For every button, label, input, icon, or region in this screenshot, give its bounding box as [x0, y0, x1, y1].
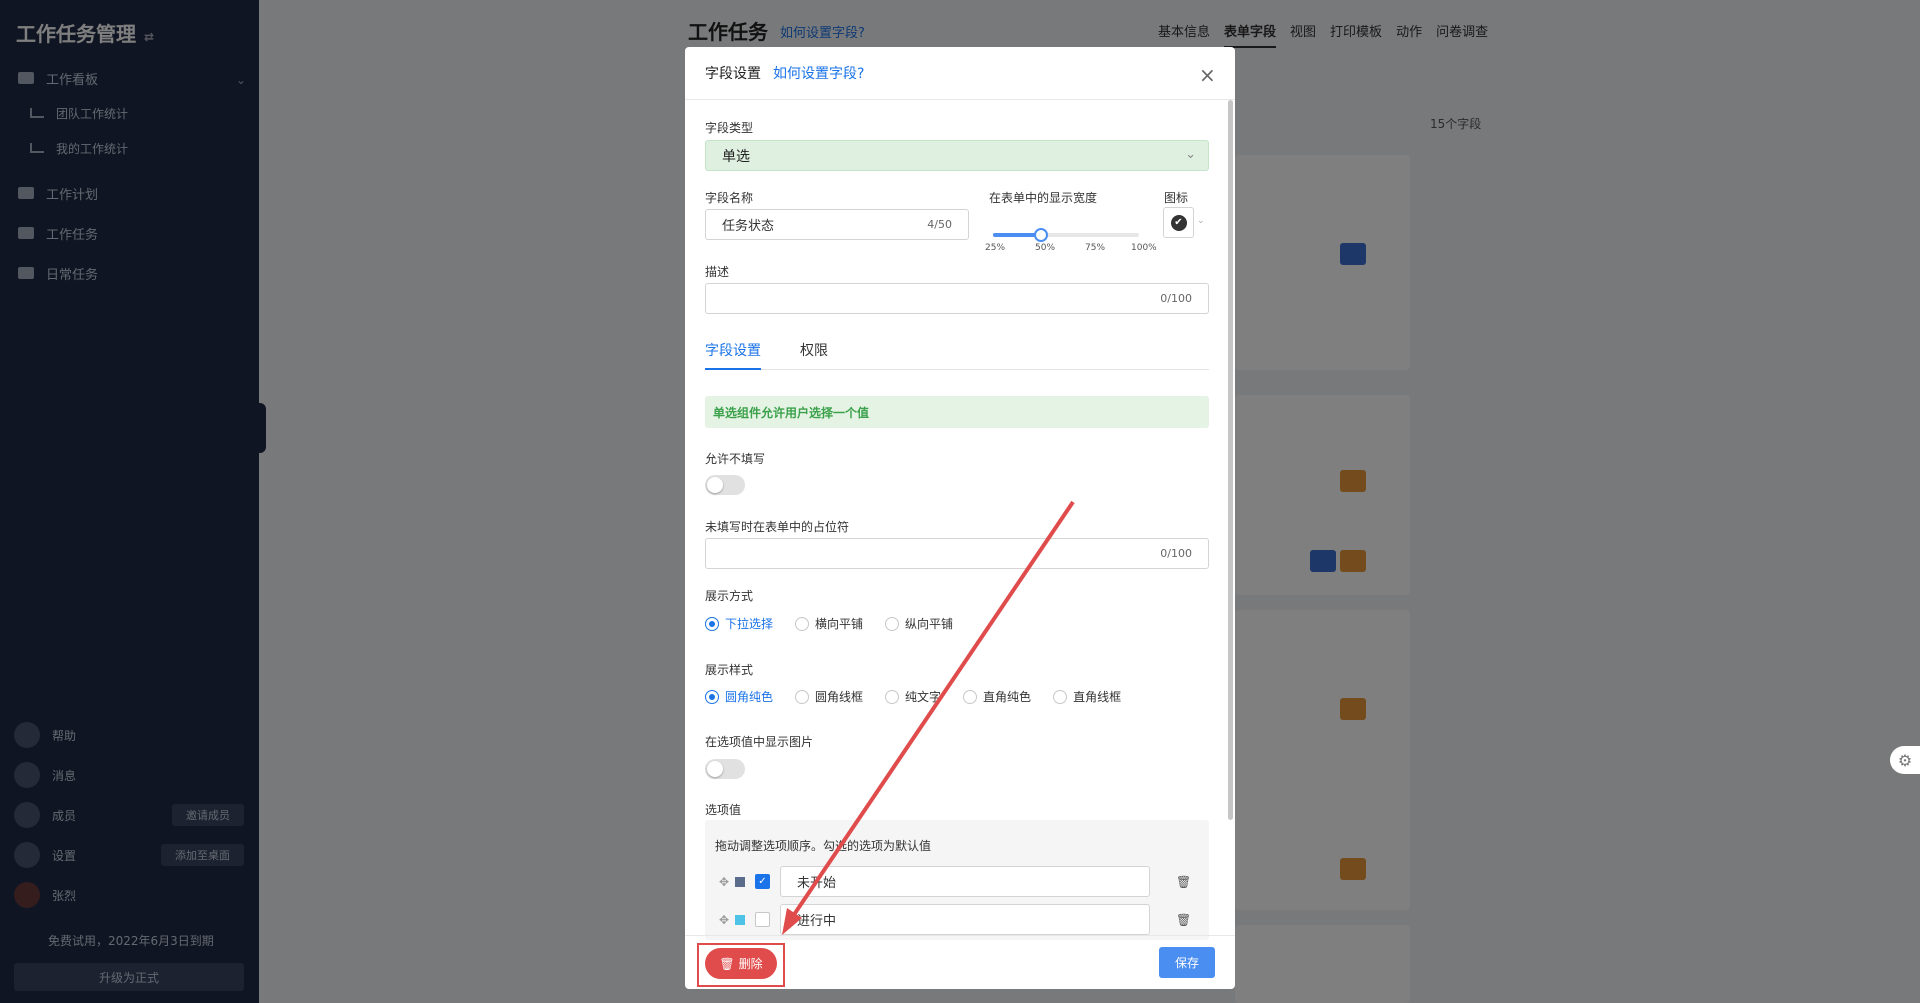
display-mode-label: 展示方式	[705, 589, 754, 603]
radio-dot	[795, 689, 810, 704]
radio-dot	[795, 616, 810, 631]
placeholder-input[interactable]: 0/100	[705, 538, 1209, 569]
radio-label: 纵向平铺	[905, 617, 954, 631]
save-button[interactable]: 保存	[1159, 947, 1215, 978]
dialog-header: 字段设置 如何设置字段?	[705, 63, 864, 83]
field-type-value: 单选	[722, 148, 750, 165]
icon-label: 图标	[1164, 191, 1189, 205]
field-type-label: 字段类型	[705, 121, 754, 135]
default-checkbox[interactable]: ✓	[755, 874, 770, 889]
slider-tick: 25%	[985, 243, 1006, 253]
save-button-label: 保存	[1174, 956, 1199, 970]
radio-label: 直角线框	[1073, 690, 1122, 704]
radio-square-solid[interactable]: 直角纯色	[963, 688, 1031, 705]
display-style-label: 展示样式	[705, 663, 754, 677]
radio-rounded-solid[interactable]: 圆角纯色	[705, 688, 773, 705]
dialog-help-link[interactable]: 如何设置字段?	[773, 63, 864, 83]
drag-handle-icon[interactable]: ✥	[719, 875, 733, 889]
app-root: 工作任务管理⇄ 工作看板 ⌄ 团队工作统计 我的工作统计 工作计划 工作任务 日…	[0, 0, 1920, 1003]
radio-label: 横向平铺	[815, 617, 864, 631]
tab-permissions[interactable]: 权限	[800, 340, 828, 360]
delete-button[interactable]: 🗑 删除	[705, 948, 777, 979]
radio-label: 下拉选择	[725, 617, 774, 631]
radio-rounded-outline[interactable]: 圆角线框	[795, 688, 863, 705]
radio-label: 直角纯色	[983, 690, 1032, 704]
slider-tick: 75%	[1085, 243, 1106, 253]
option-row: ✥ 进行中 🗑	[719, 904, 1199, 935]
option-value-input[interactable]: 进行中	[780, 904, 1150, 935]
radio-dot	[705, 616, 719, 631]
show-image-label: 在选项值中显示图片	[705, 735, 814, 749]
info-text: 单选组件允许用户选择一个值	[713, 405, 870, 420]
tab-field-settings[interactable]: 字段设置	[705, 340, 761, 370]
settings-tabs: 字段设置 权限	[705, 340, 1209, 370]
show-image-toggle[interactable]	[705, 759, 745, 779]
info-banner: 单选组件允许用户选择一个值	[705, 396, 1209, 428]
settings-gear-icon[interactable]: ⚙	[1890, 746, 1920, 774]
header-divider	[685, 99, 1235, 100]
trash-icon: 🗑	[719, 956, 735, 971]
radio-label: 圆角线框	[815, 690, 864, 704]
radio-horizontal[interactable]: 横向平铺	[795, 615, 863, 632]
option-row: ✥ ✓ 未开始 🗑	[719, 866, 1199, 897]
display-style-group: 圆角纯色 圆角线框 纯文字 直角纯色 直角线框	[705, 688, 1143, 705]
radio-dropdown[interactable]: 下拉选择	[705, 615, 773, 632]
char-counter: 4/50	[927, 218, 952, 231]
radio-dot	[885, 689, 900, 704]
footer-divider	[685, 935, 1235, 936]
radio-text-only[interactable]: 纯文字	[885, 688, 941, 705]
width-label: 在表单中的显示宽度	[989, 191, 1098, 205]
placeholder-label: 未填写时在表单中的占位符	[705, 520, 850, 534]
color-swatch[interactable]	[735, 876, 745, 887]
dialog-scrollbar[interactable]	[1228, 100, 1233, 820]
option-value: 进行中	[797, 914, 837, 929]
chevron-down-icon: ⌄	[1185, 147, 1196, 162]
trash-icon[interactable]: 🗑	[1176, 875, 1191, 889]
radio-dot	[885, 616, 900, 631]
slider-tick: 50%	[1035, 243, 1056, 253]
width-slider[interactable]: 25% 50% 75% 100%	[985, 225, 1157, 255]
options-hint: 拖动调整选项顺序。勾选的选项为默认值	[715, 839, 932, 853]
allow-empty-toggle[interactable]	[705, 475, 745, 495]
color-swatch[interactable]	[735, 914, 745, 925]
field-type-select[interactable]: 单选 ⌄	[705, 140, 1209, 171]
options-label: 选项值	[705, 803, 742, 817]
delete-button-label: 删除	[738, 957, 763, 971]
toggle-knob	[707, 761, 723, 777]
slider-handle[interactable]	[1034, 228, 1048, 242]
icon-picker[interactable]: ✔	[1163, 207, 1194, 238]
description-label: 描述	[705, 265, 730, 279]
toggle-knob	[707, 477, 723, 493]
field-settings-dialog: 字段设置 如何设置字段? × 字段类型 单选 ⌄ 字段名称 任务状态 4/50 …	[685, 47, 1235, 989]
radio-dot	[705, 689, 719, 704]
field-name-label: 字段名称	[705, 191, 754, 205]
trash-icon[interactable]: 🗑	[1176, 913, 1191, 927]
check-circle-icon: ✔	[1170, 214, 1187, 231]
char-counter: 0/100	[1160, 547, 1192, 560]
dialog-title: 字段设置	[705, 66, 761, 82]
radio-label: 纯文字	[905, 690, 942, 704]
radio-square-outline[interactable]: 直角线框	[1053, 688, 1121, 705]
radio-vertical[interactable]: 纵向平铺	[885, 615, 953, 632]
option-value-input[interactable]: 未开始	[780, 866, 1150, 897]
default-checkbox[interactable]	[755, 912, 770, 927]
radio-label: 圆角纯色	[725, 690, 774, 704]
close-icon[interactable]: ×	[1199, 63, 1216, 87]
radio-dot	[1053, 689, 1068, 704]
radio-dot	[963, 689, 978, 704]
field-name-value: 任务状态	[722, 219, 775, 234]
options-panel: 拖动调整选项顺序。勾选的选项为默认值 ✥ ✓ 未开始 🗑 ✥ 进行中 🗑	[705, 820, 1209, 940]
field-name-input[interactable]: 任务状态 4/50	[705, 209, 969, 240]
char-counter: 0/100	[1160, 292, 1192, 305]
slider-tick: 100%	[1131, 243, 1157, 253]
allow-empty-label: 允许不填写	[705, 452, 766, 466]
display-mode-group: 下拉选择 横向平铺 纵向平铺	[705, 615, 975, 632]
caret-down-icon[interactable]: ⌄	[1197, 216, 1205, 226]
description-input[interactable]: 0/100	[705, 283, 1209, 314]
option-value: 未开始	[797, 876, 837, 891]
drag-handle-icon[interactable]: ✥	[719, 913, 733, 927]
